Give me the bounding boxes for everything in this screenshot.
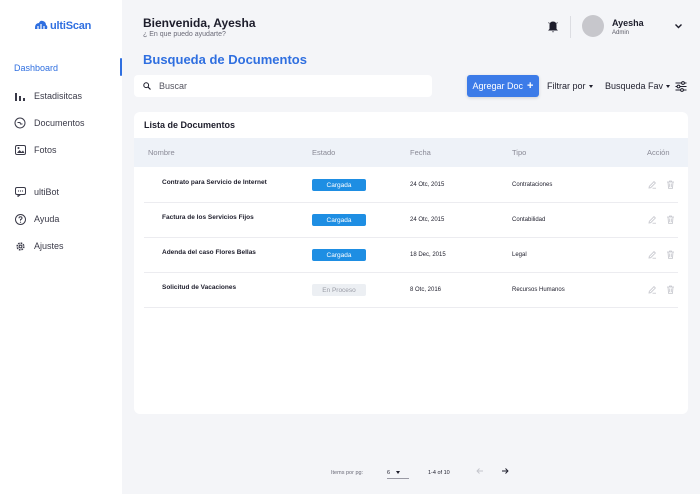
- status-badge: Cargada: [312, 214, 366, 226]
- edit-icon[interactable]: [648, 285, 657, 294]
- sidebar-item-label: ultiBot: [34, 187, 60, 197]
- document-type: Contabilidad: [512, 217, 546, 223]
- table-row[interactable]: Factura de los Servicios Fijos Cargada 2…: [144, 203, 678, 238]
- table-row[interactable]: Contrato para Servicio de Internet Carga…: [144, 168, 678, 203]
- document-name: Solicitud de Vacaciones: [162, 284, 237, 291]
- arrow-right-icon[interactable]: [500, 466, 510, 476]
- caret-down-icon: [666, 84, 671, 88]
- sidebar-item-ajustes[interactable]: Ajustes: [0, 236, 122, 256]
- gear-icon: [13, 239, 27, 253]
- sidebar-item-label: Ayuda: [34, 214, 60, 224]
- items-per-page-value: 6: [387, 469, 391, 476]
- trash-icon[interactable]: [666, 285, 675, 294]
- search-box: [134, 75, 432, 97]
- sidebar-item-dashboard[interactable]: Dashboard: [0, 58, 122, 78]
- sidebar-item-ultibot[interactable]: ultiBot: [0, 182, 122, 202]
- documents-card: Lista de Documentos Nombre Estado Fecha …: [134, 112, 688, 414]
- sliders-icon[interactable]: [675, 81, 687, 92]
- user-name: Ayesha: [612, 18, 644, 28]
- document-type: Contrataciones: [512, 182, 553, 188]
- favorites-dropdown[interactable]: Busqueda Fav: [605, 81, 671, 91]
- filter-dropdown[interactable]: Filtrar por: [547, 81, 593, 91]
- document-name: Contrato para Servicio de Internet: [162, 179, 267, 186]
- sidebar: ultiScan Dashboard Estadisitcas Document…: [0, 0, 122, 494]
- plus-icon: +: [527, 79, 534, 92]
- help-icon: [13, 212, 27, 226]
- favorites-label: Busqueda Fav: [605, 81, 664, 91]
- user-role: Admin: [612, 30, 630, 36]
- table-row[interactable]: Adenda del caso Flores Bellas Cargada 18…: [144, 238, 678, 273]
- bar-chart-icon: [13, 89, 27, 103]
- caret-down-icon: [396, 471, 401, 474]
- search-input[interactable]: [159, 81, 409, 91]
- chevron-down-icon[interactable]: [674, 23, 683, 30]
- document-date: 8 Otc, 2016: [410, 287, 442, 293]
- table-row[interactable]: Solicitud de Vacaciones En Proceso 8 Otc…: [144, 273, 678, 308]
- sidebar-item-label: Fotos: [34, 145, 57, 155]
- logo-text: ultiScan: [50, 20, 92, 32]
- arrow-left-icon[interactable]: [475, 466, 485, 476]
- document-date: 24 Otc, 2015: [410, 217, 445, 223]
- chat-icon: [13, 185, 27, 199]
- edit-icon[interactable]: [648, 250, 657, 259]
- image-icon: [13, 143, 27, 157]
- document-type: Legal: [512, 252, 527, 258]
- trash-icon[interactable]: [666, 180, 675, 189]
- greeting-subtitle: ¿ En que puedo ayudarte?: [143, 31, 226, 38]
- header-divider: [570, 16, 571, 38]
- logo-icon: [35, 20, 48, 29]
- sidebar-item-estadisticas[interactable]: Estadisitcas: [0, 86, 122, 106]
- add-document-button[interactable]: Agregar Doc +: [467, 75, 539, 97]
- greeting-title: Bienvenida, Ayesha: [143, 16, 256, 30]
- document-name: Factura de los Servicios Fijos: [162, 214, 254, 221]
- document-name: Adenda del caso Flores Bellas: [162, 249, 256, 256]
- status-badge: En Proceso: [312, 284, 366, 296]
- logo[interactable]: ultiScan: [34, 19, 91, 33]
- filter-label: Filtrar por: [547, 81, 586, 91]
- column-header-accion: Acción: [647, 148, 670, 157]
- card-title: Lista de Documentos: [144, 120, 236, 130]
- items-per-page-label: Items por pg:: [331, 470, 364, 476]
- page-range: 1-4 of 10: [428, 470, 450, 476]
- sidebar-item-documentos[interactable]: Documentos: [0, 113, 122, 133]
- add-document-label: Agregar Doc: [472, 81, 524, 91]
- sidebar-item-label: Estadisitcas: [34, 91, 83, 101]
- document-type: Recursos Humanos: [512, 287, 565, 293]
- edit-icon[interactable]: [648, 215, 657, 224]
- column-header-fecha: Fecha: [410, 148, 431, 157]
- column-header-nombre: Nombre: [148, 148, 175, 157]
- sidebar-item-label: Ajustes: [34, 241, 64, 251]
- document-date: 24 Otc, 2015: [410, 182, 445, 188]
- trash-icon[interactable]: [666, 215, 675, 224]
- sidebar-item-fotos[interactable]: Fotos: [0, 140, 122, 160]
- edit-icon[interactable]: [648, 180, 657, 189]
- sidebar-item-label: Documentos: [34, 118, 85, 128]
- items-per-page-select[interactable]: 6: [387, 467, 409, 479]
- column-header-tipo: Tipo: [512, 148, 527, 157]
- avatar[interactable]: [582, 15, 604, 37]
- status-badge: Cargada: [312, 179, 366, 191]
- sidebar-item-label: Dashboard: [14, 63, 59, 73]
- document-date: 18 Dec, 2015: [410, 252, 446, 258]
- search-icon: [143, 82, 151, 90]
- main-content: Bienvenida, Ayesha ¿ En que puedo ayudar…: [122, 0, 700, 494]
- sidebar-item-ayuda[interactable]: Ayuda: [0, 209, 122, 229]
- caret-down-icon: [588, 84, 593, 88]
- bell-icon[interactable]: [547, 20, 559, 34]
- trash-icon[interactable]: [666, 250, 675, 259]
- table-header: Nombre Estado Fecha Tipo Acción: [134, 138, 688, 167]
- column-header-estado: Estado: [312, 148, 336, 157]
- page-title: Busqueda de Documentos: [143, 52, 307, 67]
- document-icon: [13, 116, 27, 130]
- status-badge: Cargada: [312, 249, 366, 261]
